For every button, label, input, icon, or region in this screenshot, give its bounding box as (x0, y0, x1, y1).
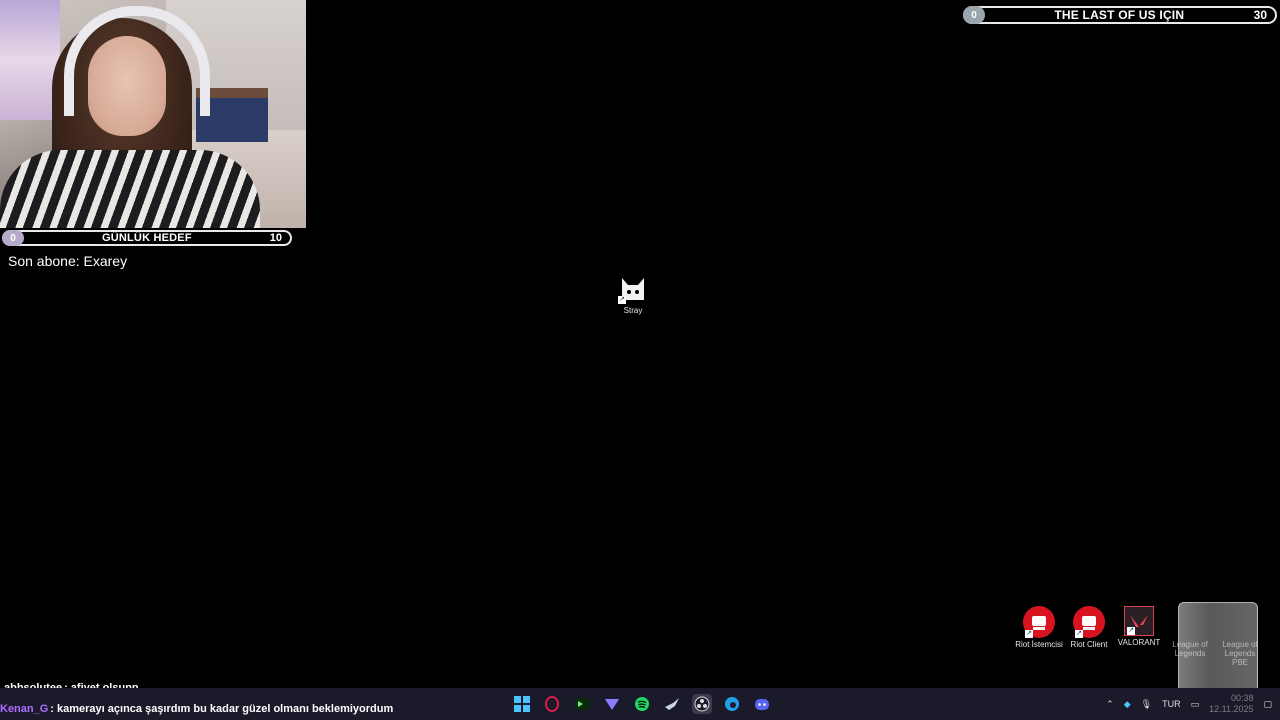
security-shield-icon[interactable]: ◆ (1124, 699, 1131, 710)
chat-text: : kamerayı açınca şaşırdım bu kadar güze… (50, 703, 394, 715)
chat-username: Kenan_G (0, 703, 49, 715)
desktop-icon-league-pbe[interactable]: League of Legends PBE (1218, 640, 1262, 667)
system-tray: ⌃ ◆ 🎙 TUR ▭ 00:38 12.11.2025 ▢ (1106, 688, 1272, 720)
network-icon[interactable]: ▭ (1191, 699, 1200, 710)
desktop-icon-label: VALORANT (1117, 638, 1161, 647)
desktop-icon-stray[interactable]: ↗ Stray (606, 270, 660, 315)
shortcut-arrow-icon: ↗ (1127, 627, 1135, 635)
game-goal-target: 30 (1253, 8, 1267, 22)
stray-cat-icon: ↗ (616, 270, 650, 304)
desktop-icon-valorant[interactable]: ↗ VALORANT (1112, 606, 1166, 647)
terminal-icon[interactable] (572, 694, 592, 714)
notification-icon[interactable]: ▢ (1263, 699, 1272, 710)
microphone-icon[interactable]: 🎙 (1141, 699, 1152, 710)
edge-icon[interactable] (722, 694, 742, 714)
windows-start-icon[interactable] (512, 694, 532, 714)
clock-time: 00:38 (1230, 693, 1254, 703)
desktop-icon-label: Stray (623, 306, 643, 315)
daily-goal-current: 0 (2, 230, 24, 246)
webcam-person-sweater (0, 150, 260, 228)
game-goal-title: THE LAST OF US IÇIN (1054, 8, 1185, 22)
daily-goal-title: GÜNLÜK HEDEF (101, 232, 192, 244)
riot-fist-icon: ↗ (1023, 606, 1055, 638)
desktop-icon-label: Riot İstemcisi (1015, 640, 1063, 649)
game-goal-current: 0 (963, 6, 985, 24)
riot-fist-icon: ↗ (1073, 606, 1105, 638)
daily-goal-bar: 0 GÜNLÜK HEDEF 10 (2, 230, 292, 246)
language-indicator[interactable]: TUR (1162, 699, 1181, 709)
screen: 0 GÜNLÜK HEDEF 10 Son abone: Exarey 0 TH… (0, 0, 1280, 720)
obs-icon[interactable] (692, 694, 712, 714)
daily-goal-target: 10 (269, 232, 282, 244)
steam-icon[interactable] (662, 694, 682, 714)
vpn-icon[interactable] (602, 694, 622, 714)
webcam-overlay (0, 0, 306, 228)
spotify-icon[interactable] (632, 694, 652, 714)
shortcut-arrow-icon: ↗ (618, 296, 626, 304)
desktop-icon-riot-client[interactable]: ↗ Riot Client (1062, 606, 1116, 649)
clock-date: 12.11.2025 (1209, 704, 1254, 714)
chat-message: Kenan_G: kamerayı açınca şaşırdım bu kad… (0, 703, 393, 715)
discord-icon[interactable] (752, 694, 772, 714)
taskbar-apps (512, 688, 772, 720)
last-subscriber: Son abone: Exarey (8, 253, 128, 269)
desktop-icon-label: Riot Client (1070, 640, 1108, 649)
desktop-icon-riot-istemcisi[interactable]: ↗ Riot İstemcisi (1012, 606, 1066, 649)
shortcut-arrow-icon: ↗ (1075, 630, 1083, 638)
game-goal-bar: 0 THE LAST OF US IÇIN 30 (963, 6, 1277, 24)
chevron-up-icon[interactable]: ⌃ (1106, 699, 1114, 710)
valorant-icon: ↗ (1124, 606, 1154, 636)
clock[interactable]: 00:38 12.11.2025 (1209, 693, 1253, 715)
opera-gx-icon[interactable] (542, 694, 562, 714)
shortcut-arrow-icon: ↗ (1025, 630, 1033, 638)
webcam-poster (0, 0, 60, 120)
desktop-icon-league[interactable]: League of Legends (1168, 640, 1212, 658)
